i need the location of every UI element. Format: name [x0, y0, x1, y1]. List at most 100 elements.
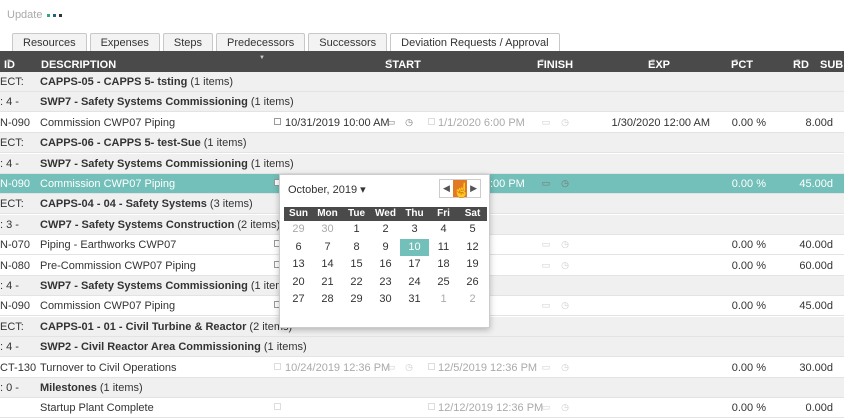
calendar-day[interactable]: 27: [284, 291, 313, 309]
calendar-day[interactable]: 23: [371, 274, 400, 292]
clock-icon[interactable]: ◷: [560, 362, 570, 372]
calendar-icon[interactable]: ▭: [541, 300, 551, 310]
calendar-day[interactable]: 16: [371, 256, 400, 274]
calendar-day[interactable]: 9: [371, 239, 400, 257]
calendar-icon[interactable]: ▭: [541, 402, 551, 412]
tab-successors[interactable]: Successors: [308, 33, 388, 52]
group-row[interactable]: : 0 - Milestones (1 items): [0, 378, 844, 398]
calendar-day[interactable]: 14: [313, 256, 342, 274]
calendar-day[interactable]: 29: [342, 291, 371, 309]
calendar-day[interactable]: 1: [429, 291, 458, 309]
calendar-day[interactable]: 25: [429, 274, 458, 292]
calendar-icon[interactable]: ▭: [541, 239, 551, 249]
group-row[interactable]: ECT: CAPPS-05 - CAPPS 5- tsting (1 items): [0, 72, 844, 92]
filter-icon[interactable]: ▼: [539, 59, 545, 65]
start-date-field[interactable]: 10/24/2019 12:36 PM: [285, 362, 390, 374]
calendar-day[interactable]: 31: [400, 291, 429, 309]
calendar-day[interactable]: 30: [313, 221, 342, 239]
tab-predecessors[interactable]: Predecessors: [216, 33, 306, 52]
finish-date-field[interactable]: 1/1/2020 6:00 PM: [438, 117, 525, 129]
filter-icon[interactable]: ▼: [259, 55, 265, 61]
calendar-day[interactable]: 19: [458, 256, 487, 274]
calendar-day[interactable]: 20: [284, 274, 313, 292]
group-row[interactable]: : 4 - SWP7 - Safety Systems Commissioning…: [0, 92, 844, 113]
filter-icon[interactable]: ▼: [650, 59, 656, 65]
calendar-day[interactable]: 4: [429, 221, 458, 239]
table-row[interactable]: N-090 Commission CWP07 Piping 10/31/2019 1…: [0, 112, 844, 133]
remaining-duration-field[interactable]: 0.00d: [776, 402, 833, 414]
table-row[interactable]: Startup Plant Complete 12/12/2019 12:36 P…: [0, 398, 844, 418]
calendar-icon[interactable]: ▭: [386, 362, 396, 372]
pct-complete-field[interactable]: 0.00 %: [718, 260, 766, 272]
finish-date-field[interactable]: 12/12/2019 12:36 PM: [438, 402, 543, 414]
start-constraint-checkbox[interactable]: [274, 362, 281, 370]
pct-complete-field[interactable]: 0.00 %: [718, 362, 766, 374]
finish-constraint-checkbox[interactable]: [428, 403, 435, 411]
calendar-day[interactable]: 7: [313, 239, 342, 257]
group-row[interactable]: : 4 - SWP2 - Civil Reactor Area Commissio…: [0, 337, 844, 358]
calendar-day[interactable]: 10: [400, 238, 429, 256]
clock-icon[interactable]: ◷: [560, 178, 570, 188]
calendar-day[interactable]: 5: [458, 221, 487, 239]
group-row[interactable]: : 4 - SWP7 - Safety Systems Commissioning…: [0, 153, 844, 174]
calendar-day[interactable]: 24: [400, 274, 429, 292]
calendar-day[interactable]: 28: [313, 291, 342, 309]
calendar-day[interactable]: 18: [429, 256, 458, 274]
calendar-day[interactable]: 29: [284, 221, 313, 239]
finish-constraint-checkbox[interactable]: [428, 117, 435, 125]
pct-complete-field[interactable]: 0.00 %: [718, 300, 766, 312]
pct-complete-field[interactable]: 0.00 %: [718, 402, 766, 414]
clock-icon[interactable]: ◷: [560, 260, 570, 270]
calendar-icon[interactable]: ▭: [541, 117, 551, 127]
table-row[interactable]: CT-130 Turnover to Civil Operations 10/24/…: [0, 357, 844, 378]
calendar-day[interactable]: 17: [400, 256, 429, 274]
filter-icon[interactable]: ▼: [733, 59, 739, 65]
calendar-day[interactable]: 26: [458, 274, 487, 292]
clock-icon[interactable]: ◷: [404, 117, 414, 127]
calendar-day[interactable]: 22: [342, 274, 371, 292]
calendar-day[interactable]: 13: [284, 256, 313, 274]
start-constraint-checkbox[interactable]: [274, 403, 281, 411]
calendar-day[interactable]: 11: [429, 239, 458, 257]
calendar-day[interactable]: 6: [284, 239, 313, 257]
clock-icon[interactable]: ◷: [560, 300, 570, 310]
remaining-duration-field[interactable]: 45.00d: [776, 178, 833, 190]
calendar-icon[interactable]: ▭: [541, 260, 551, 270]
calendar-day[interactable]: 2: [458, 291, 487, 309]
remaining-duration-field[interactable]: 60.00d: [776, 260, 833, 272]
update-label[interactable]: Update: [7, 9, 42, 21]
next-month-icon[interactable]: ▶: [470, 183, 477, 194]
calendar-icon[interactable]: ▭: [386, 117, 396, 127]
calendar-icon[interactable]: ▭: [541, 362, 551, 372]
tab-expenses[interactable]: Expenses: [89, 33, 160, 52]
calendar-day[interactable]: 15: [342, 256, 371, 274]
calendar-icon[interactable]: ▭: [541, 178, 551, 188]
finish-constraint-checkbox[interactable]: [428, 362, 435, 370]
calendar-day[interactable]: 21: [313, 274, 342, 292]
tab-steps[interactable]: Steps: [162, 33, 214, 52]
filter-icon[interactable]: ▼: [6, 59, 12, 65]
group-row[interactable]: ECT: CAPPS-06 - CAPPS 5- test-Sue (1 items…: [0, 133, 844, 154]
remaining-duration-field[interactable]: 45.00d: [776, 300, 833, 312]
pct-complete-field[interactable]: 0.00 %: [718, 239, 766, 251]
finish-date-field[interactable]: 12/5/2019 12:36 PM: [438, 362, 537, 374]
filter-icon[interactable]: ▼: [387, 59, 393, 65]
clock-icon[interactable]: ◷: [560, 239, 570, 249]
calendar-day[interactable]: 12: [458, 239, 487, 257]
remaining-duration-field[interactable]: 40.00d: [776, 239, 833, 251]
pct-complete-field[interactable]: 0.00 %: [718, 178, 766, 190]
calendar-day[interactable]: 30: [371, 291, 400, 309]
clock-icon[interactable]: ◷: [560, 117, 570, 127]
pct-complete-field[interactable]: 0.00 %: [718, 117, 766, 129]
start-date-field[interactable]: 10/31/2019 10:00 AM: [285, 117, 390, 129]
tab-deviation-requests[interactable]: Deviation Requests / Approval: [390, 33, 560, 52]
exp-finish-field[interactable]: 1/30/2020 12:00 AM: [596, 117, 710, 129]
prev-month-icon[interactable]: ◀: [443, 183, 450, 194]
calendar-day[interactable]: 1: [342, 221, 371, 239]
clock-icon[interactable]: ◷: [404, 362, 414, 372]
start-constraint-checkbox[interactable]: [274, 117, 281, 125]
tab-resources[interactable]: Resources: [12, 33, 87, 52]
calendar-month-select[interactable]: October, 2019 ▾: [288, 183, 366, 196]
calendar-day[interactable]: 3: [400, 221, 429, 239]
calendar-day[interactable]: 2: [371, 221, 400, 239]
